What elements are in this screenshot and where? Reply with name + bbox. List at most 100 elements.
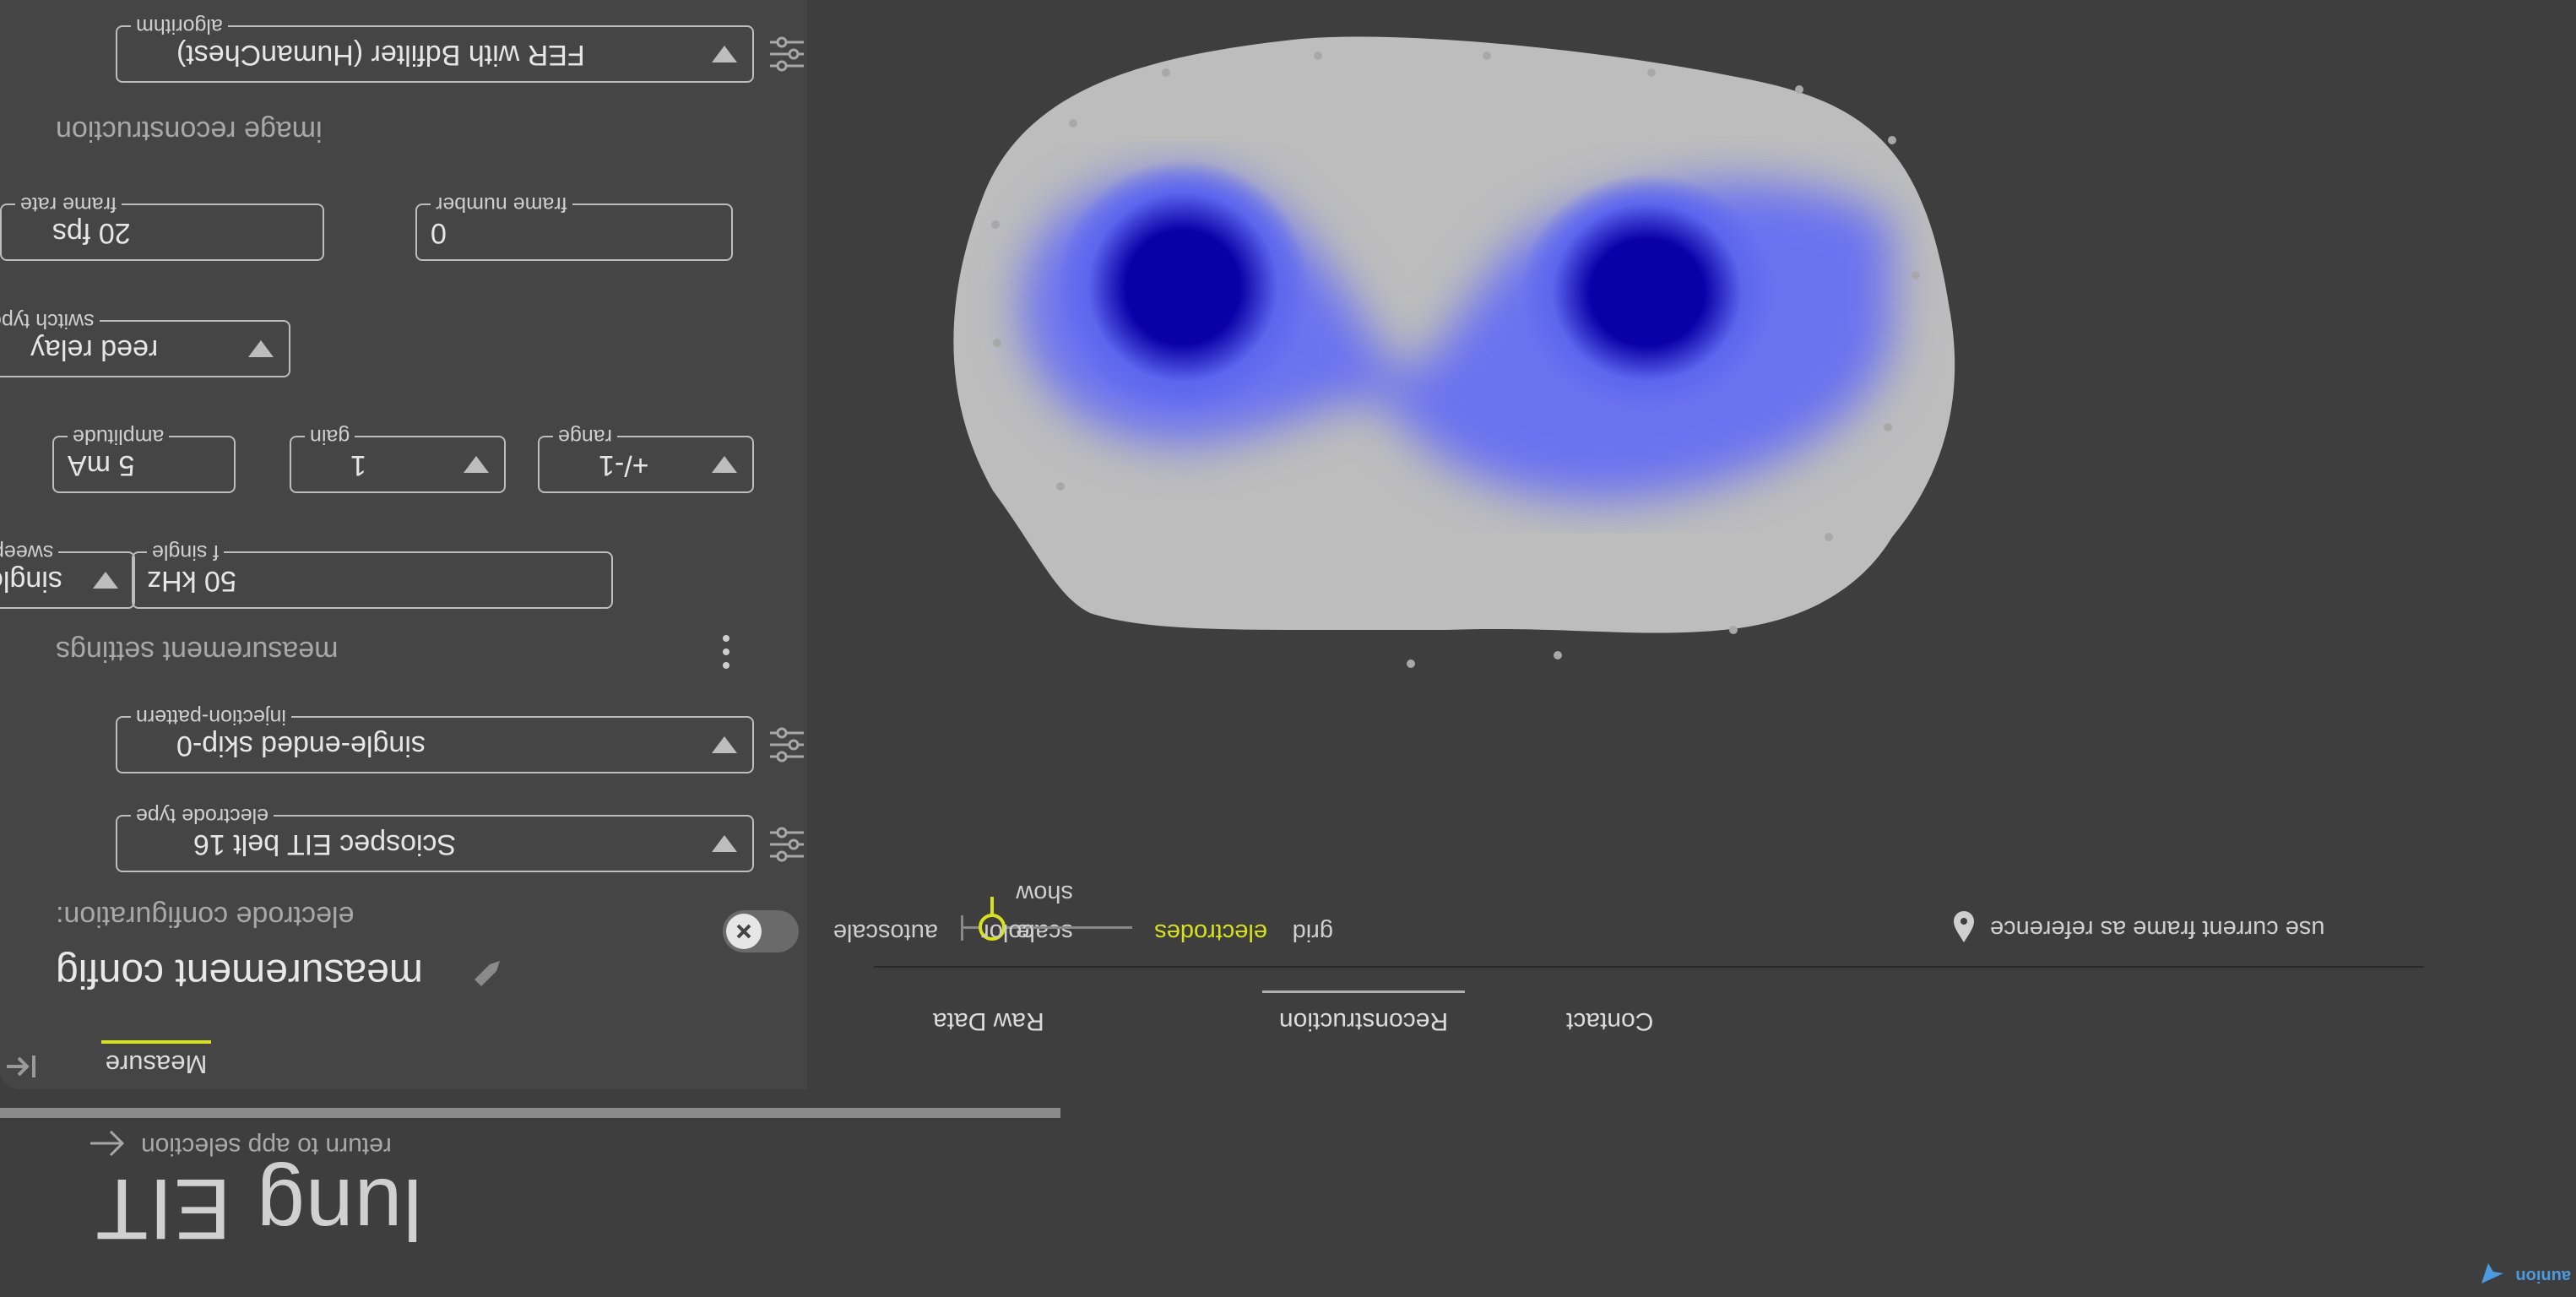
right-lung-region (1056, 160, 1310, 414)
electrode-type-label: electrode type (131, 804, 274, 828)
frame-number-input[interactable]: 0 frame number (415, 193, 733, 261)
electrode-marker (1647, 68, 1656, 77)
chevron-down-icon (248, 340, 274, 357)
gain-value: 1 (350, 449, 366, 481)
gain-label: gain (305, 425, 355, 448)
electrode-marker (1825, 533, 1833, 541)
electrode-marker (1069, 119, 1077, 128)
autoscale-toggle[interactable] (723, 910, 799, 952)
show-electrodes-toggle[interactable]: electrodes (1154, 918, 1267, 946)
autoscale-label: autoscale (832, 919, 938, 946)
chevron-down-icon (93, 572, 118, 589)
reconstruction-svg (953, 36, 1955, 668)
logo-icon (2481, 1263, 2503, 1283)
tune-icon[interactable] (767, 824, 807, 865)
electrode-type-value: Sciospec EIT belt 16 (193, 828, 457, 860)
switch-type-label: switch type (0, 309, 100, 333)
tab-measure[interactable]: Measure (101, 1049, 211, 1079)
f-single-input[interactable]: 50 kHz f single (132, 540, 613, 609)
tab-contact[interactable]: Contact (1566, 1007, 1653, 1035)
gain-select[interactable]: 1 gain (290, 425, 506, 493)
injection-pattern-value: single-ended skip-0 (176, 730, 426, 762)
tab-bar-divider (874, 966, 2424, 968)
sweep-value: single (0, 565, 62, 597)
sweep-label: sweep (0, 540, 59, 564)
panel-heading: measurement config (0, 946, 807, 996)
electrode-marker (993, 339, 1001, 347)
tab-measure-indicator (101, 1040, 211, 1044)
chevron-down-icon (712, 456, 737, 473)
frame-number-label: frame number (431, 193, 572, 216)
autoscale-toggle-knob (726, 914, 762, 949)
electrode-marker (1912, 271, 1920, 279)
tune-icon[interactable] (767, 34, 807, 74)
frame-rate-label: frame rate (15, 193, 122, 216)
electrode-marker (1056, 482, 1065, 491)
progress-divider (0, 1108, 1060, 1118)
reference-label: use current frame as reference (1990, 915, 2325, 942)
color-slider-endcap (961, 915, 963, 941)
back-arrow-icon (90, 1130, 125, 1157)
algorithm-select[interactable]: FER with Bdfilter (HumanChest) algorithm (116, 14, 754, 83)
electrode-marker (1884, 423, 1892, 431)
chevron-down-icon (712, 46, 737, 62)
collapse-panel-icon[interactable] (5, 1052, 37, 1081)
sweep-select[interactable]: single sweep (0, 540, 135, 609)
electrode-marker (1795, 85, 1803, 94)
panel-heading-text: measurement config (56, 951, 423, 996)
chevron-down-icon (712, 835, 737, 852)
color-label: color (981, 919, 1034, 946)
frame-number-value: 0 (431, 217, 447, 249)
tab-contact-label: Contact (1566, 1007, 1654, 1035)
switch-type-value: reed relay (30, 334, 159, 366)
electrode-marker (1483, 52, 1491, 60)
reconstruction-section-title: image reconstruction (56, 115, 323, 147)
drop-icon (1954, 911, 1974, 942)
switch-type-select[interactable]: reed relay switch type (0, 309, 290, 377)
show-grid-toggle[interactable]: grid (1293, 918, 1333, 946)
electrode-type-select[interactable]: Sciospec EIT belt 16 electrode type (116, 804, 754, 872)
measurement-section-title: measurement settings (56, 635, 339, 667)
page-title: lung EIT (95, 1161, 422, 1257)
reference-button[interactable]: use current frame as reference (1951, 900, 2424, 951)
amplitude-label: amplitude (68, 425, 170, 448)
tab-reconstruction-label: Reconstruction (1278, 1007, 1449, 1035)
tab-raw-data-label: Raw Data (933, 1007, 1044, 1035)
electrode-marker (1554, 651, 1562, 659)
more-vert-icon[interactable] (719, 633, 733, 670)
left-lung-region (1521, 174, 1774, 410)
app-screen: lung EIT return to app selection Measure… (0, 0, 2576, 1297)
range-select[interactable]: +/-1 range (538, 425, 754, 493)
injection-pattern-label: injection-pattern (131, 705, 291, 729)
frame-rate-value: 20 fps (52, 217, 131, 249)
electrode-section-title: electrode configuration: (56, 900, 355, 932)
config-panel: Measure measurement config electrode con… (0, 0, 807, 1089)
view-options-row: use current frame as reference grid elec… (723, 841, 2424, 959)
tab-raw-data[interactable]: Raw Data (933, 1007, 1044, 1035)
edit-pencil-icon[interactable] (471, 956, 505, 990)
back-link-label: return to app selection (141, 1132, 392, 1160)
electrode-marker (1162, 68, 1170, 77)
color-slider-stem (990, 897, 994, 917)
tab-reconstruction-indicator (1262, 990, 1465, 993)
tab-reconstruction[interactable]: Reconstruction (1262, 1007, 1465, 1035)
range-label: range (553, 425, 617, 448)
view-tab-bar: Raw Data Reconstruction Contact (874, 966, 2424, 1052)
back-link[interactable]: return to app selection (52, 1126, 392, 1160)
range-value: +/-1 (599, 449, 649, 481)
electrode-marker (1407, 659, 1415, 668)
electrode-marker (991, 220, 1000, 229)
reconstruction-image (887, 5, 2036, 765)
amplitude-input[interactable]: 5 mA amplitude (52, 425, 236, 493)
electrode-marker (1888, 136, 1896, 144)
algorithm-value: FER with Bdfilter (HumanChest) (176, 39, 585, 71)
injection-pattern-select[interactable]: single-ended skip-0 injection-pattern (116, 705, 754, 773)
f-single-value: 50 kHz (147, 565, 236, 597)
f-single-label: f single (147, 540, 225, 564)
logo: aunion (2478, 1258, 2571, 1289)
algorithm-label: algorithm (131, 14, 228, 38)
amplitude-value: 5 mA (68, 449, 135, 481)
chevron-down-icon (712, 736, 737, 753)
frame-rate-input[interactable]: 20 fps frame rate (0, 193, 324, 261)
tune-icon[interactable] (767, 724, 807, 765)
